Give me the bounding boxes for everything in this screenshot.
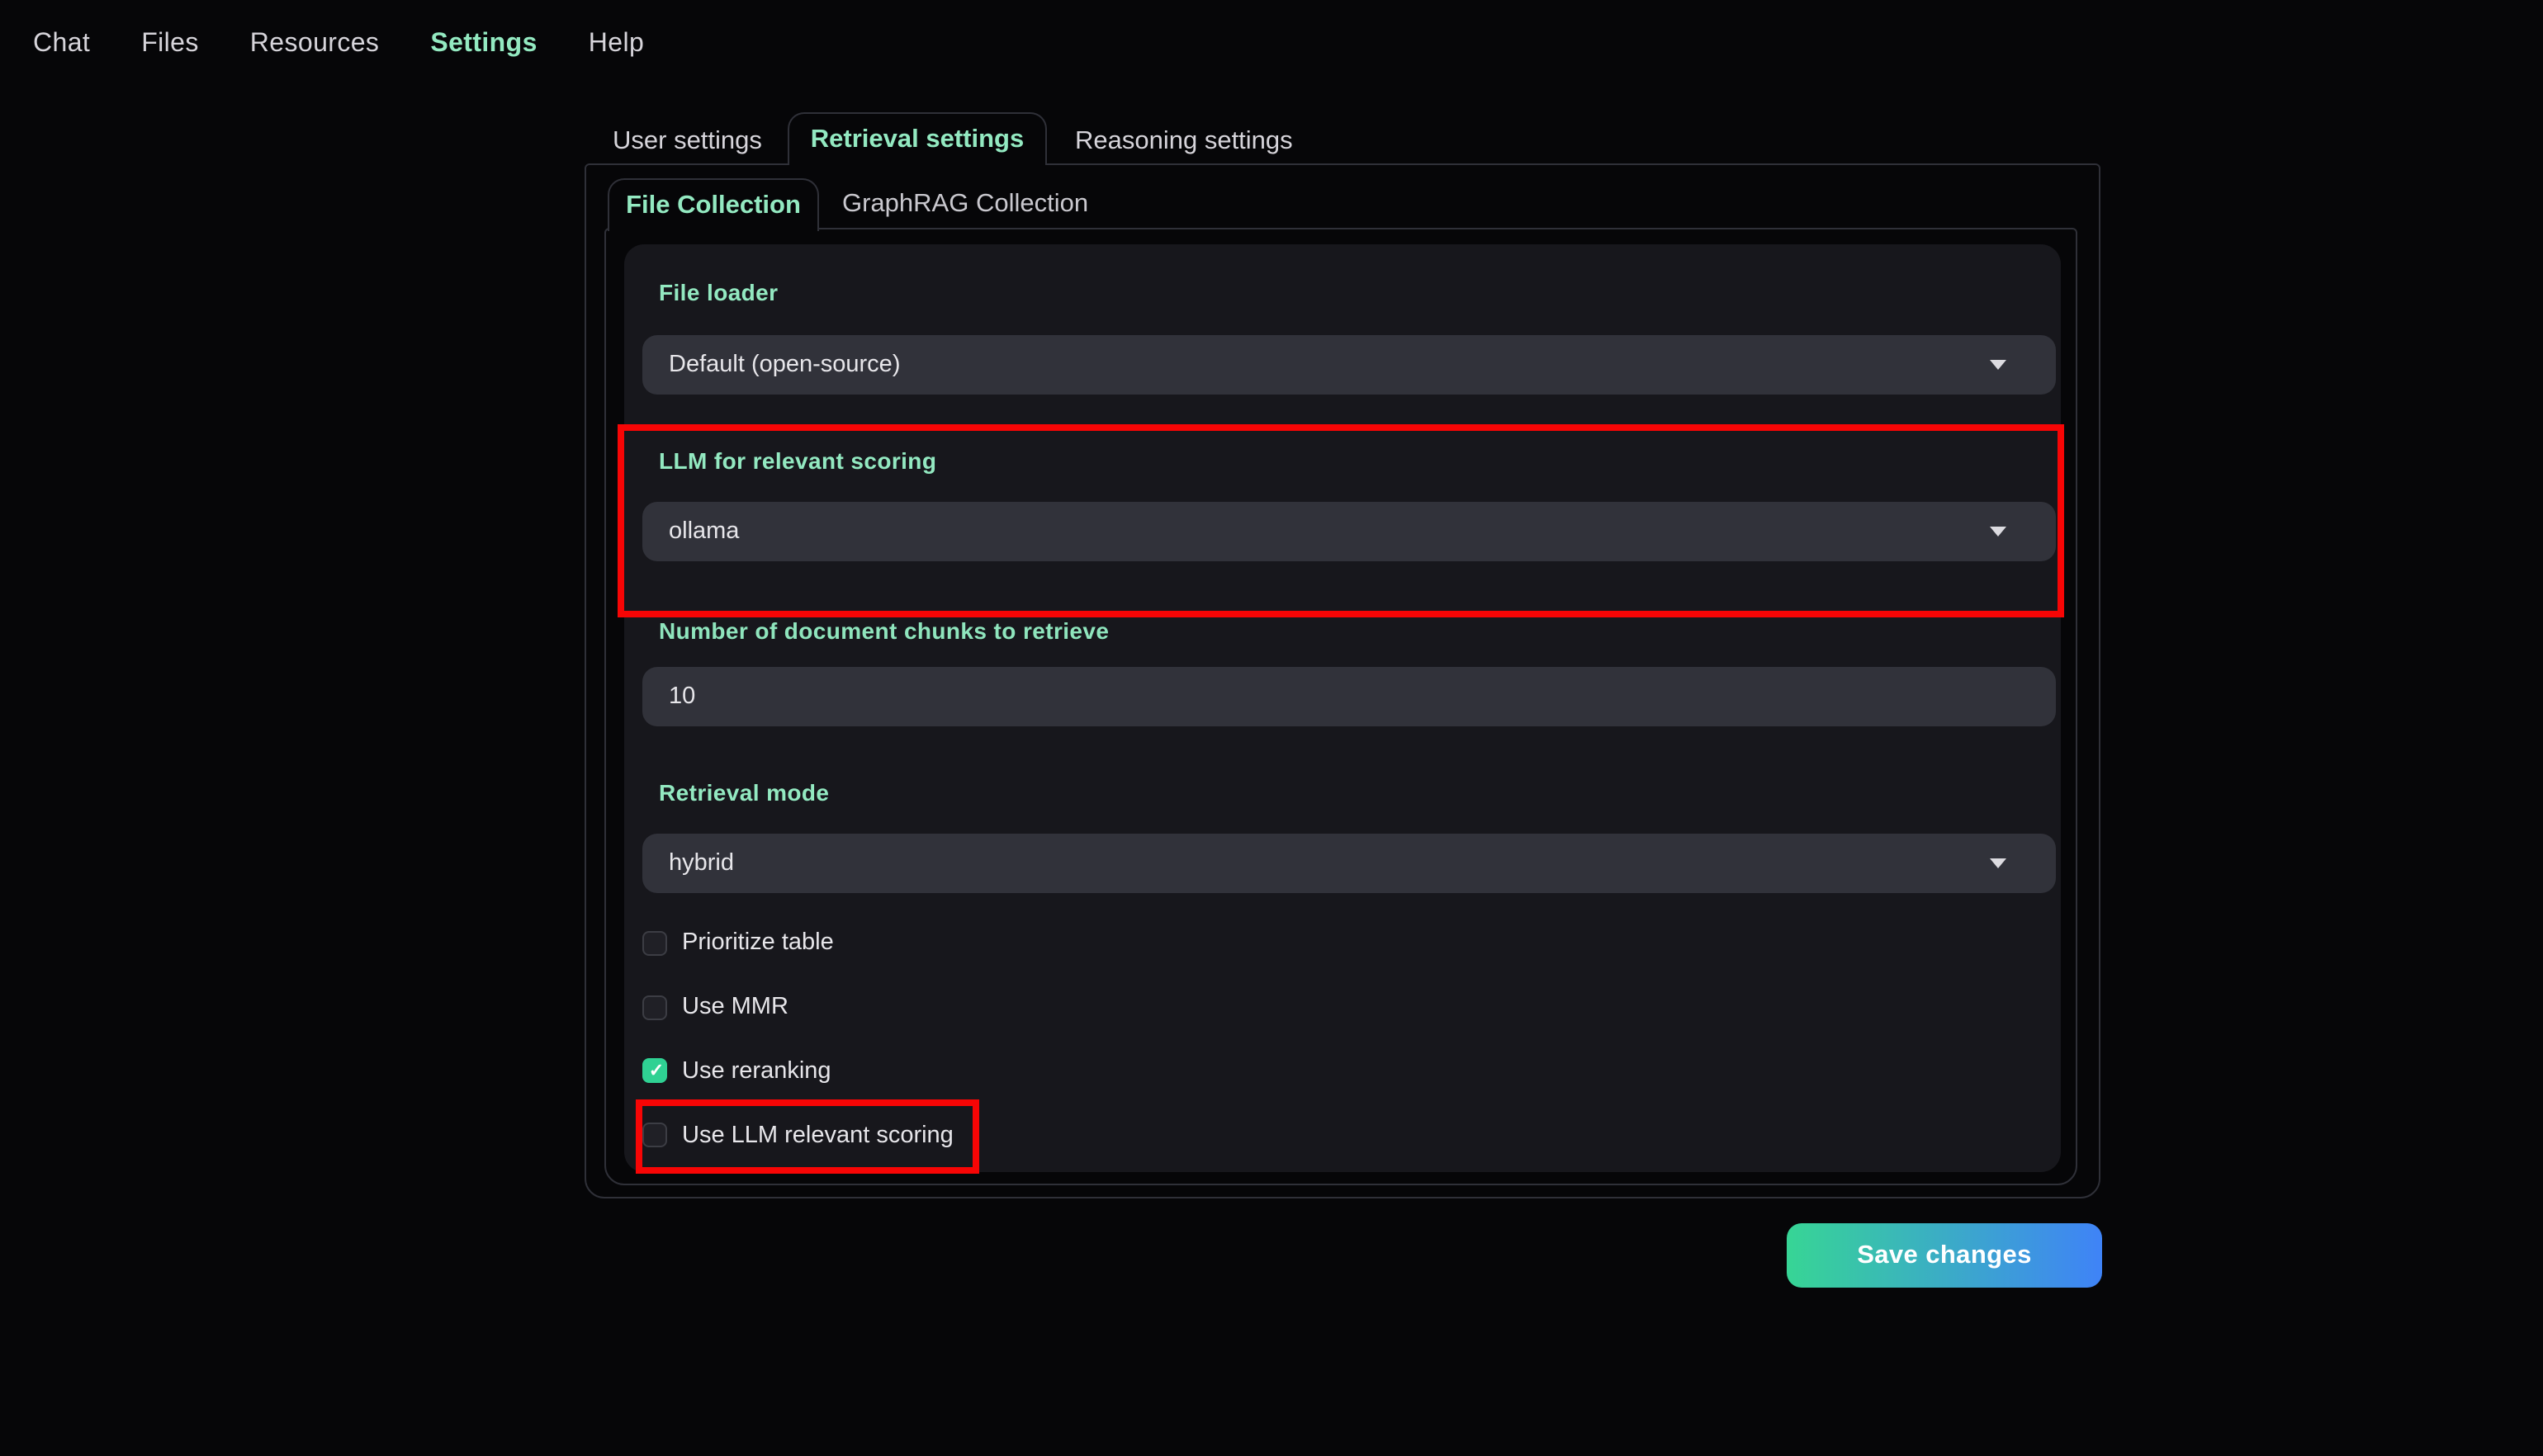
use-mmr-row[interactable]: Use MMR	[642, 992, 788, 1022]
check-icon: ✓	[648, 1061, 665, 1081]
prioritize-table-row[interactable]: Prioritize table	[642, 928, 834, 957]
use-llm-scoring-label: Use LLM relevant scoring	[682, 1122, 954, 1148]
retrieval-mode-value: hybrid	[669, 850, 734, 877]
use-mmr-label: Use MMR	[682, 994, 788, 1020]
tab-retrieval-settings-label: Retrieval settings	[810, 125, 1025, 153]
file-loader-label: File loader	[659, 279, 779, 305]
tab-graphrag-collection[interactable]: GraphRAG Collection	[842, 190, 1088, 220]
num-chunks-label: Number of document chunks to retrieve	[659, 617, 1110, 644]
nav-item-settings[interactable]: Settings	[430, 30, 537, 59]
top-navigation: Chat Files Resources Settings Help	[33, 30, 644, 59]
llm-scoring-select[interactable]: ollama	[642, 502, 2056, 561]
prioritize-table-checkbox[interactable]	[642, 930, 667, 955]
llm-scoring-label: LLM for relevant scoring	[659, 447, 937, 474]
tab-file-collection-label: File Collection	[626, 191, 801, 219]
retrieval-mode-select[interactable]: hybrid	[642, 834, 2056, 893]
file-loader-select[interactable]: Default (open-source)	[642, 335, 2056, 395]
nav-item-resources[interactable]: Resources	[250, 30, 380, 59]
file-loader-value: Default (open-source)	[669, 352, 901, 378]
prioritize-table-label: Prioritize table	[682, 929, 834, 956]
chevron-down-icon	[1990, 858, 2006, 868]
use-reranking-label: Use reranking	[682, 1057, 831, 1084]
tab-user-settings[interactable]: User settings	[613, 127, 762, 157]
settings-page: Chat Files Resources Settings Help User …	[0, 0, 2543, 1456]
use-mmr-checkbox[interactable]	[642, 995, 667, 1019]
use-reranking-row[interactable]: ✓ Use reranking	[642, 1056, 831, 1085]
tab-retrieval-settings[interactable]: Retrieval settings	[788, 112, 1047, 165]
retrieval-mode-label: Retrieval mode	[659, 779, 830, 806]
use-llm-scoring-row[interactable]: Use LLM relevant scoring	[642, 1120, 954, 1150]
tab-reasoning-settings[interactable]: Reasoning settings	[1075, 127, 1293, 157]
num-chunks-input[interactable]	[642, 667, 2056, 726]
nav-item-chat[interactable]: Chat	[33, 30, 90, 59]
chevron-down-icon	[1990, 527, 2006, 537]
chevron-down-icon	[1990, 360, 2006, 370]
nav-item-files[interactable]: Files	[141, 30, 199, 59]
llm-scoring-value: ollama	[669, 518, 740, 545]
use-reranking-checkbox[interactable]: ✓	[642, 1058, 667, 1083]
save-changes-button[interactable]: Save changes	[1787, 1223, 2102, 1288]
use-llm-scoring-checkbox[interactable]	[642, 1123, 667, 1147]
tab-file-collection[interactable]: File Collection	[608, 178, 819, 231]
nav-item-help[interactable]: Help	[589, 30, 644, 59]
